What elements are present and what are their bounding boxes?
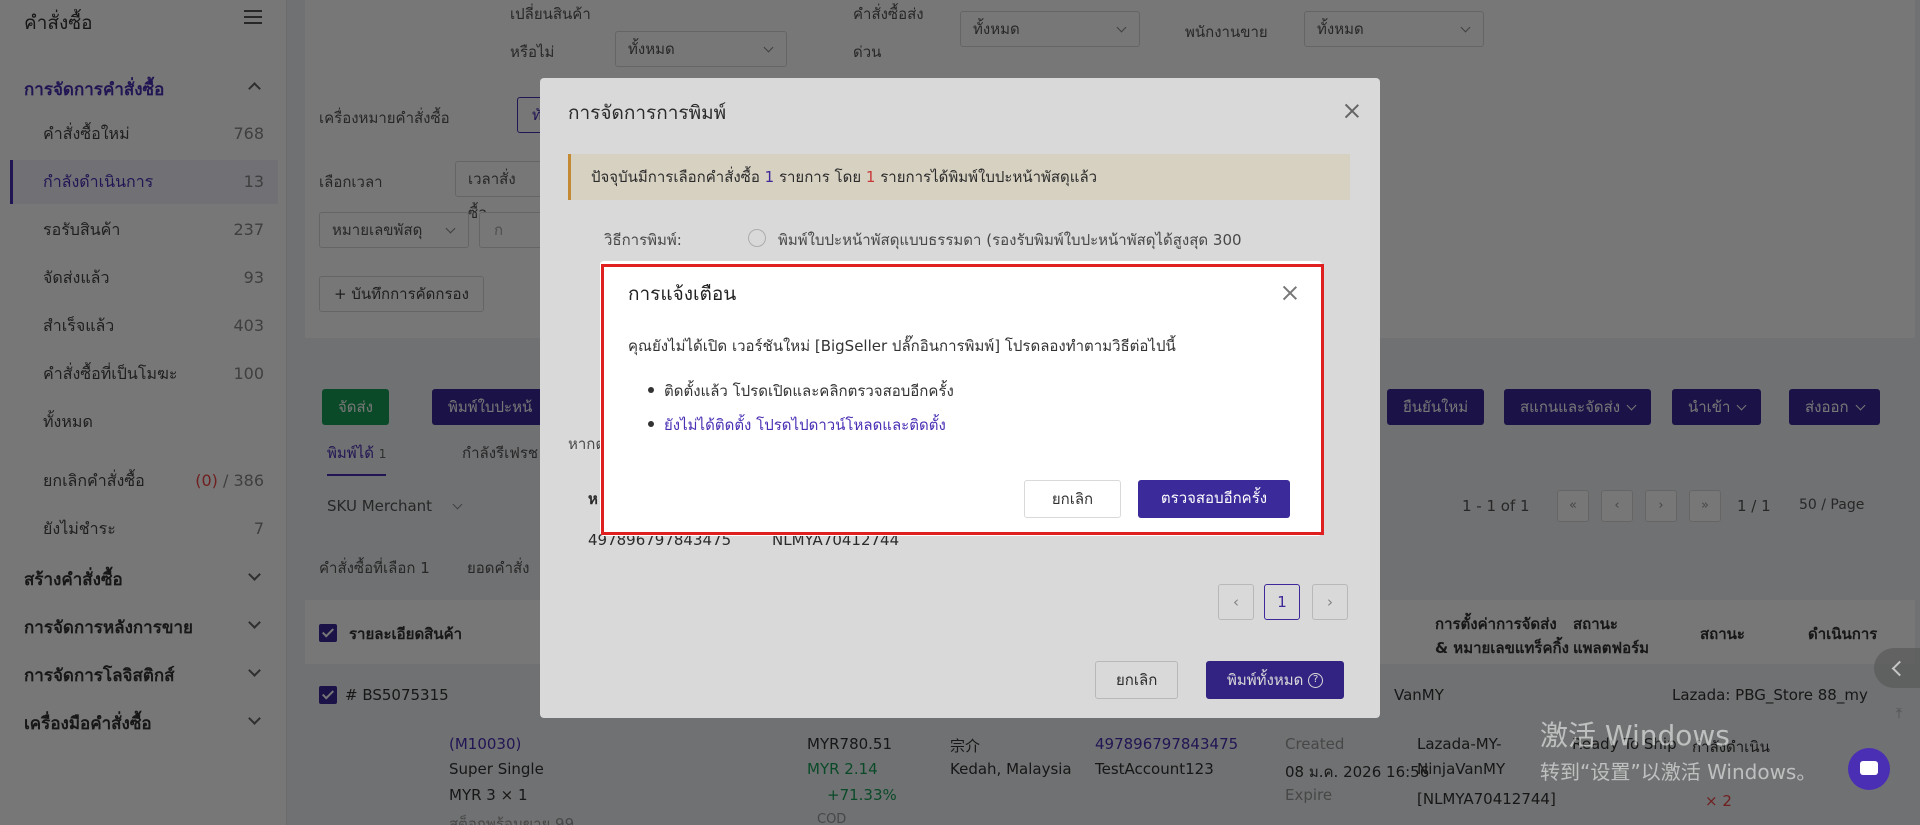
alert-modal: การแจ้งเตือน คุณยังไม่ได้เปิด เวอร์ชันให… xyxy=(600,261,1322,536)
expand-panel-tab[interactable] xyxy=(1874,648,1920,688)
step-installed: ติดตั้งแล้ว โปรดเปิดและคลิกตรวจสอบอีกครั… xyxy=(648,379,954,403)
close-icon[interactable] xyxy=(1282,285,1298,301)
alert-title: การแจ้งเตือน xyxy=(628,283,737,305)
recheck-button[interactable]: ตรวจสอบอีกครั้ง xyxy=(1138,480,1290,518)
download-plugin-link[interactable]: ยังไม่ได้ติดตั้ง โปรดไปดาวน์โหลดและติดตั… xyxy=(648,413,954,437)
alert-message: คุณยังไม่ได้เปิด เวอร์ชันใหม่ [BigSeller… xyxy=(628,337,1176,355)
windows-watermark: 激活 Windows 转到“设置”以激活 Windows。 xyxy=(1540,719,1817,784)
chat-icon[interactable] xyxy=(1848,748,1890,790)
back-to-top-icon[interactable]: ⤒ xyxy=(1888,706,1910,728)
alert-cancel-button[interactable]: ยกเลิก xyxy=(1024,480,1121,518)
alert-steps-list: ติดตั้งแล้ว โปรดเปิดและคลิกตรวจสอบอีกครั… xyxy=(648,379,954,447)
